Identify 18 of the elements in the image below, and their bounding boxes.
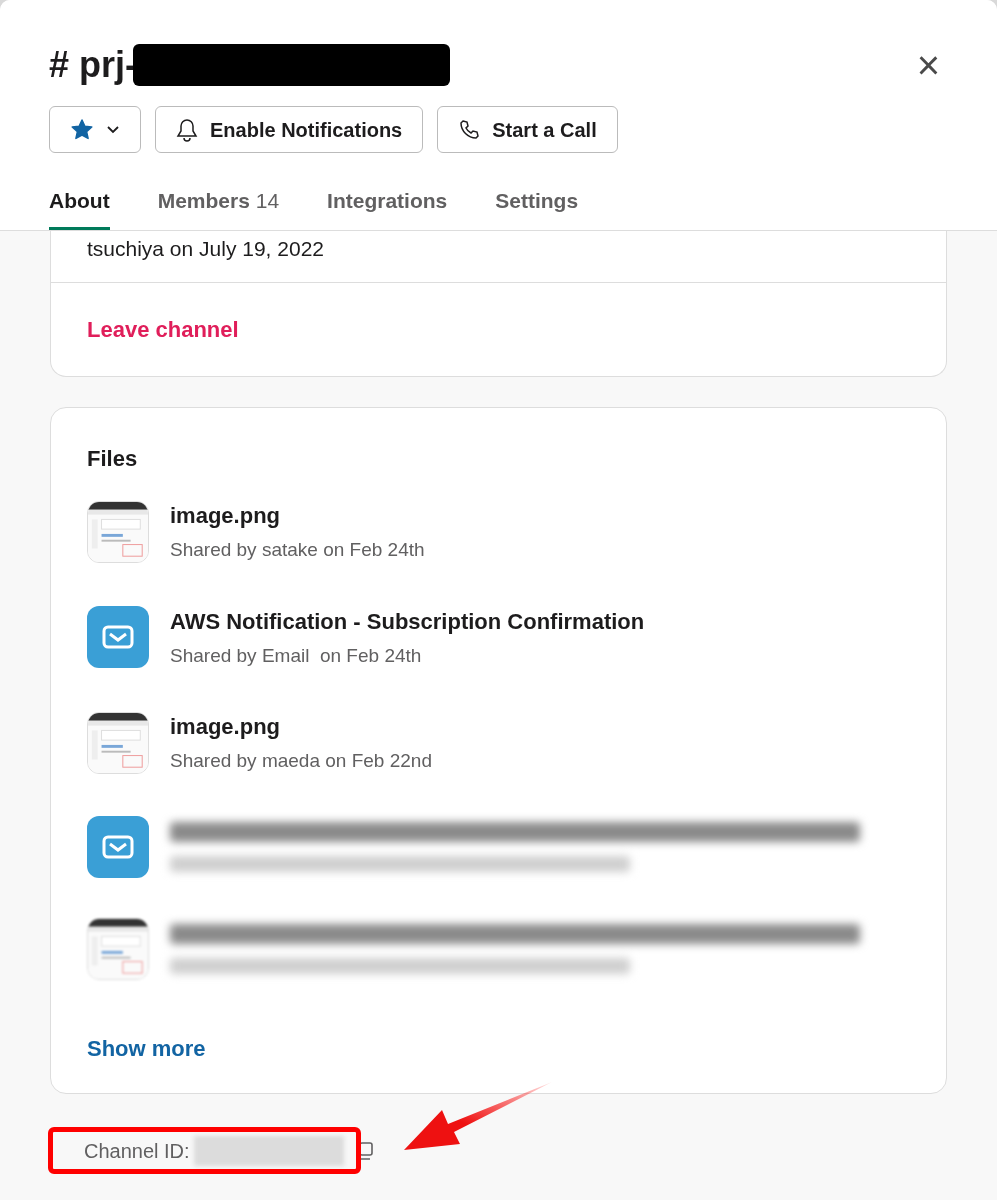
file-meta: Shared by Email on Feb 24th [170,643,423,668]
notifications-button[interactable]: Enable Notifications [155,106,424,153]
created-by-text: tsuchiya on July 19, 2022 [51,230,946,283]
file-name[interactable]: image.png [170,710,432,743]
tab[interactable]: Integrations [327,185,448,230]
file-meta: Shared by maeda on Feb 22nd [170,749,432,773]
close-button[interactable]: × [908,45,948,85]
leave-channel-link[interactable]: Leave channel [87,317,239,342]
file-name[interactable]: AWS Notification - Subscription Confirmation [170,604,645,638]
channel-title: # prj- [49,43,137,87]
files-heading: Files [87,445,139,473]
file-meta: Shared by satake on Feb 24th [170,538,425,562]
file-name[interactable]: image.png [170,499,425,532]
channel-id-label: Channel ID: [84,1138,190,1164]
call-button[interactable]: Start a Call [437,106,618,153]
tab[interactable]: Settings [495,185,579,230]
show-more-link[interactable]: Show more [87,1031,910,1065]
tab[interactable]: Members 14 [157,185,280,230]
